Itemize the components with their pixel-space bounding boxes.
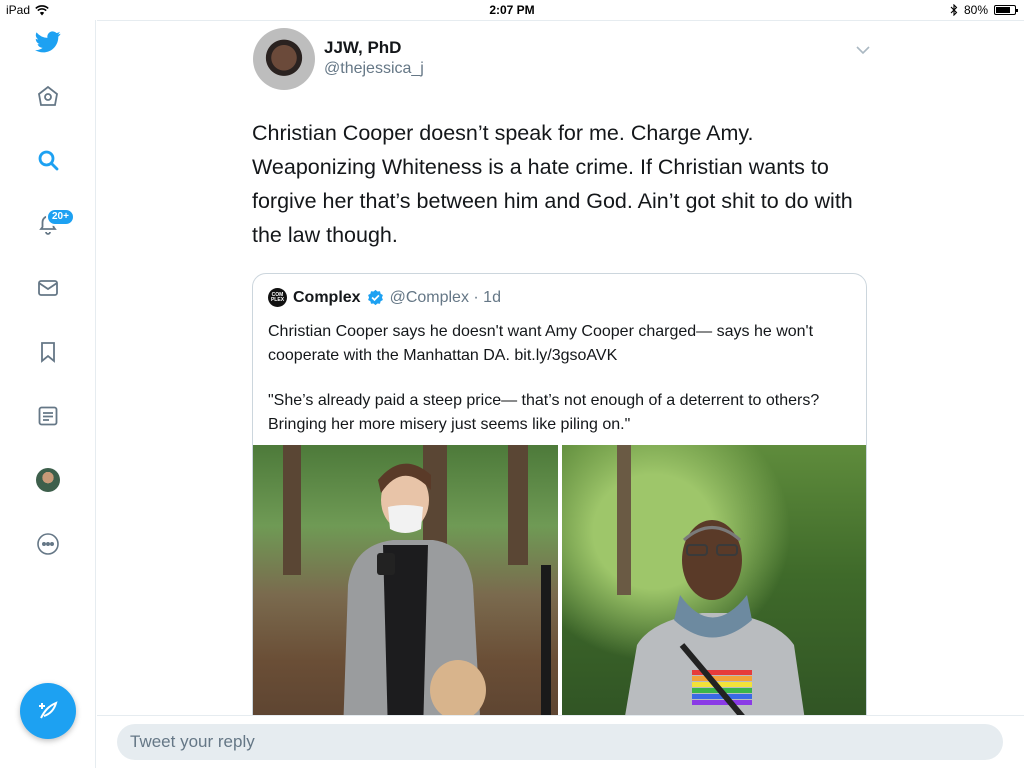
tweet-author-avatar[interactable] <box>253 28 315 90</box>
status-time: 2:07 PM <box>489 3 535 17</box>
notifications-badge: 20+ <box>46 208 75 226</box>
quoted-author-avatar: COM PLEX <box>268 288 287 307</box>
home-icon[interactable] <box>34 82 62 110</box>
sidebar-nav: 20+ <box>0 20 96 768</box>
messages-icon[interactable] <box>34 274 62 302</box>
battery-icon <box>994 5 1018 15</box>
more-icon[interactable] <box>34 530 62 558</box>
profile-avatar[interactable] <box>36 468 60 492</box>
bluetooth-icon <box>950 4 958 16</box>
quoted-tweet-media[interactable] <box>253 445 866 732</box>
quoted-tweet-paragraph: Christian Cooper says he doesn't want Am… <box>268 323 814 364</box>
reply-bar <box>97 715 1024 768</box>
status-bar: iPad 2:07 PM 80% <box>0 0 1024 20</box>
reply-input[interactable] <box>117 724 1003 760</box>
chevron-down-icon[interactable] <box>855 42 871 60</box>
quoted-tweet-text: Christian Cooper says he doesn't want Am… <box>268 320 853 436</box>
tweet-author-name[interactable]: JJW, PhD <box>324 38 401 58</box>
compose-tweet-icon <box>39 701 58 719</box>
media-photo-left[interactable] <box>253 445 558 732</box>
verified-badge-icon <box>367 289 383 306</box>
quoted-author-handle-time: @Complex · 1d <box>389 288 501 306</box>
media-photo-right[interactable] <box>562 445 866 732</box>
quoted-author-name: Complex <box>293 288 361 306</box>
compose-tweet-button[interactable] <box>20 683 76 739</box>
quoted-tweet-card[interactable]: COM PLEX Complex @Complex · 1d Christian… <box>252 273 867 733</box>
bookmarks-icon[interactable] <box>34 338 62 366</box>
tweet-author-handle[interactable]: @thejessica_j <box>324 60 424 78</box>
search-icon[interactable] <box>34 146 62 174</box>
tweet-text: Christian Cooper doesn’t speak for me. C… <box>252 121 853 247</box>
header-divider <box>97 20 1024 21</box>
battery-percent: 80% <box>963 3 988 17</box>
lists-icon[interactable] <box>34 402 62 430</box>
twitter-logo-icon[interactable] <box>34 28 62 56</box>
quoted-tweet-quote: "She’s already paid a steep price— that’… <box>268 392 820 433</box>
